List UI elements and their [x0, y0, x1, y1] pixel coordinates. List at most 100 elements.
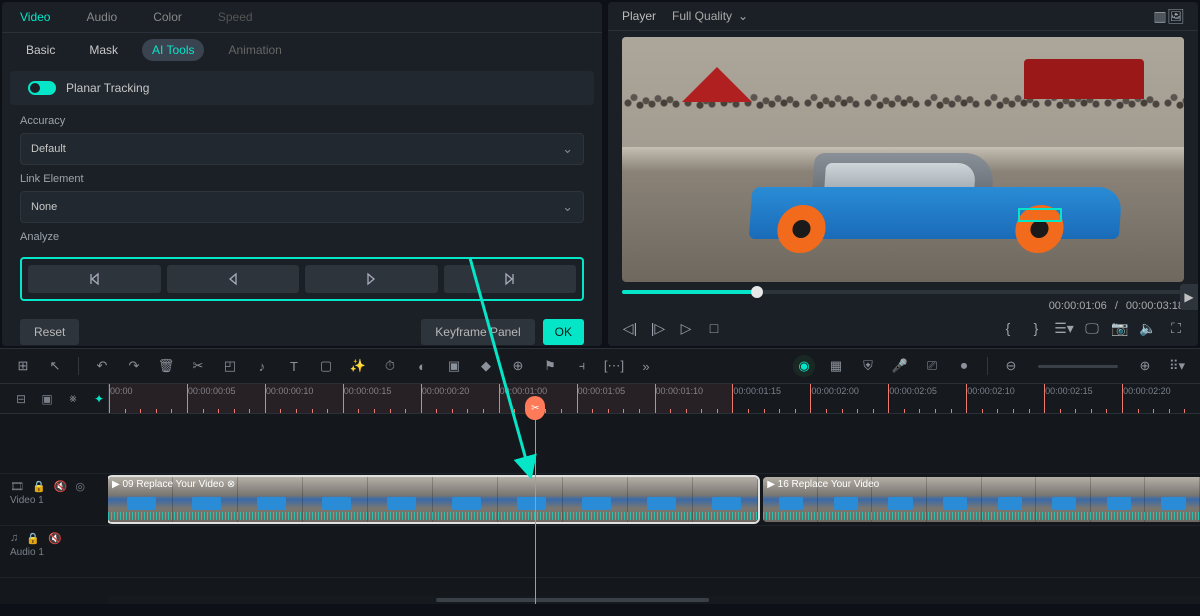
fullscreen-icon[interactable]: ⛶ — [1168, 320, 1184, 336]
play-reverse-icon — [226, 272, 240, 286]
total-time: 00:00:03:18 — [1126, 300, 1184, 312]
mic-icon[interactable]: 🎤 — [889, 355, 911, 377]
ruler-row: ⊟ ▣ ⨳ ✦ 00:0000:00:00:0500:00:00:1000:00… — [0, 384, 1200, 414]
lock-icon[interactable]: 🔒 — [26, 532, 40, 545]
link-element-select[interactable]: None — [20, 191, 584, 223]
split-icon[interactable]: ✂ — [187, 355, 209, 377]
track-match-icon[interactable]: ⊟ — [12, 390, 30, 408]
bracket-icon[interactable]: [⋯] — [603, 355, 625, 377]
mute-icon[interactable]: 🔇 — [48, 532, 62, 545]
effects-icon[interactable]: ✨ — [347, 355, 369, 377]
video-clip[interactable]: ▶ 09 Replace Your Video ⊗ — [108, 477, 758, 522]
settings-icon[interactable]: ☰▾ — [1056, 320, 1072, 336]
zoom-in-icon[interactable]: ⊕ — [1134, 355, 1156, 377]
progress-fill — [622, 290, 757, 294]
zoom-out-icon[interactable]: ⊖ — [1000, 355, 1022, 377]
view-menu-icon[interactable]: ⠿▾ — [1166, 355, 1188, 377]
color-icon[interactable]: ◐ — [411, 355, 433, 377]
text-icon[interactable]: T — [283, 355, 305, 377]
more-icon[interactable]: » — [635, 355, 657, 377]
timeline-ruler[interactable]: 00:0000:00:00:0500:00:00:1000:00:00:1500… — [108, 384, 1200, 413]
audio-track-label: Audio 1 — [10, 547, 98, 558]
track-ai-icon[interactable]: ✦ — [90, 390, 108, 408]
progress-thumb[interactable] — [751, 286, 763, 298]
shield-icon[interactable]: ⛨ — [857, 355, 879, 377]
expand-panel-button[interactable]: ▶ — [1180, 284, 1198, 310]
analyze-forward-button[interactable] — [305, 265, 438, 293]
film-icon[interactable]: 🎞 — [10, 480, 24, 493]
ai-assistant-icon[interactable]: ◉ — [793, 355, 815, 377]
marker-icon[interactable]: ⚑ — [539, 355, 561, 377]
visibility-icon[interactable]: ◎ — [75, 480, 85, 493]
render-icon[interactable]: ▦ — [825, 355, 847, 377]
tab-audio[interactable]: Audio — [68, 2, 135, 32]
frame-back-icon[interactable]: ◁| — [622, 320, 638, 336]
play-forward-icon — [364, 272, 378, 286]
tab-video[interactable]: Video — [2, 2, 68, 32]
delete-icon[interactable]: 🗑 — [155, 355, 177, 377]
clip-label: ▶ 09 Replace Your Video ⊗ — [112, 479, 235, 490]
audio-track-lane[interactable] — [108, 526, 1200, 577]
scrollbar-thumb[interactable] — [436, 598, 709, 602]
tab-color[interactable]: Color — [135, 2, 200, 32]
planar-tracking-row: Planar Tracking — [10, 71, 594, 105]
zoom-slider[interactable] — [1038, 365, 1118, 368]
analyze-label: Analyze — [20, 231, 584, 243]
track-link-icon[interactable]: ▣ — [38, 390, 56, 408]
track-hide-icon[interactable]: ⨳ — [64, 390, 82, 408]
ruler-tick: 00:00:02:15 — [1044, 384, 1093, 413]
record-icon[interactable]: ⏺ — [953, 355, 975, 377]
mask-icon[interactable]: ▣ — [443, 355, 465, 377]
adjust-icon[interactable]: ⫞ — [571, 355, 593, 377]
music-icon[interactable]: ♪ — [251, 355, 273, 377]
quality-select[interactable]: Full Quality⌄ — [672, 9, 748, 23]
subtab-ai-tools[interactable]: AI Tools — [142, 39, 204, 61]
rect-icon[interactable]: ▢ — [315, 355, 337, 377]
mark-in-icon[interactable]: { — [1000, 320, 1016, 336]
video-scene — [622, 37, 1184, 282]
timeline-scrollbar[interactable] — [108, 596, 1200, 604]
tab-speed: Speed — [200, 2, 271, 32]
snapshot-icon[interactable]: 📷 — [1112, 320, 1128, 336]
accuracy-select[interactable]: Default — [20, 133, 584, 165]
mixer-icon[interactable]: ⎚ — [921, 355, 943, 377]
pointer-icon[interactable]: ↖ — [44, 355, 66, 377]
speed-icon[interactable]: ⏱ — [379, 355, 401, 377]
note-icon[interactable]: ♫ — [10, 532, 18, 545]
subtab-mask[interactable]: Mask — [79, 39, 128, 61]
analyze-step-forward-button[interactable] — [444, 265, 577, 293]
keyframe-icon[interactable]: ◆ — [475, 355, 497, 377]
panel-footer: Reset Keyframe Panel OK — [2, 307, 602, 357]
ruler-tick: 00:00:01:15 — [732, 384, 781, 413]
tracking-region[interactable] — [1018, 208, 1062, 222]
analyze-reverse-button[interactable] — [167, 265, 300, 293]
compare-view-icon[interactable]: ▥ — [1152, 8, 1168, 24]
play-icon[interactable]: ▷ — [678, 320, 694, 336]
stop-icon[interactable]: □ — [706, 320, 722, 336]
lock-icon[interactable]: 🔒 — [32, 480, 46, 493]
grid-icon[interactable]: ⊞ — [12, 355, 34, 377]
video-track-lane[interactable]: ▶ 09 Replace Your Video ⊗ ▶ 16 Replace Yo… — [108, 474, 1200, 525]
track-icon[interactable]: ⊕ — [507, 355, 529, 377]
redo-icon[interactable]: ↷ — [123, 355, 145, 377]
major-tabs: Video Audio Color Speed — [2, 2, 602, 33]
subtab-basic[interactable]: Basic — [16, 39, 65, 61]
reset-button[interactable]: Reset — [20, 319, 79, 345]
analyze-buttons — [20, 257, 584, 301]
volume-icon[interactable]: 🔈 — [1140, 320, 1156, 336]
player-progress[interactable] — [622, 290, 1184, 294]
snapshot-export-icon[interactable]: 🖼 — [1168, 8, 1184, 24]
video-clip[interactable]: ▶ 16 Replace Your Video — [763, 477, 1200, 522]
ok-button[interactable]: OK — [543, 319, 584, 345]
planar-tracking-toggle[interactable] — [28, 81, 56, 95]
undo-icon[interactable]: ↶ — [91, 355, 113, 377]
crop-icon[interactable]: ◰ — [219, 355, 241, 377]
link-element-label: Link Element — [20, 173, 584, 185]
frame-forward-icon[interactable]: |▷ — [650, 320, 666, 336]
mute-icon[interactable]: 🔇 — [54, 480, 68, 493]
analyze-step-back-button[interactable] — [28, 265, 161, 293]
mark-out-icon[interactable]: } — [1028, 320, 1044, 336]
display-icon[interactable]: 🖵 — [1084, 320, 1100, 336]
video-preview[interactable] — [622, 37, 1184, 282]
keyframe-panel-button[interactable]: Keyframe Panel — [421, 319, 534, 345]
